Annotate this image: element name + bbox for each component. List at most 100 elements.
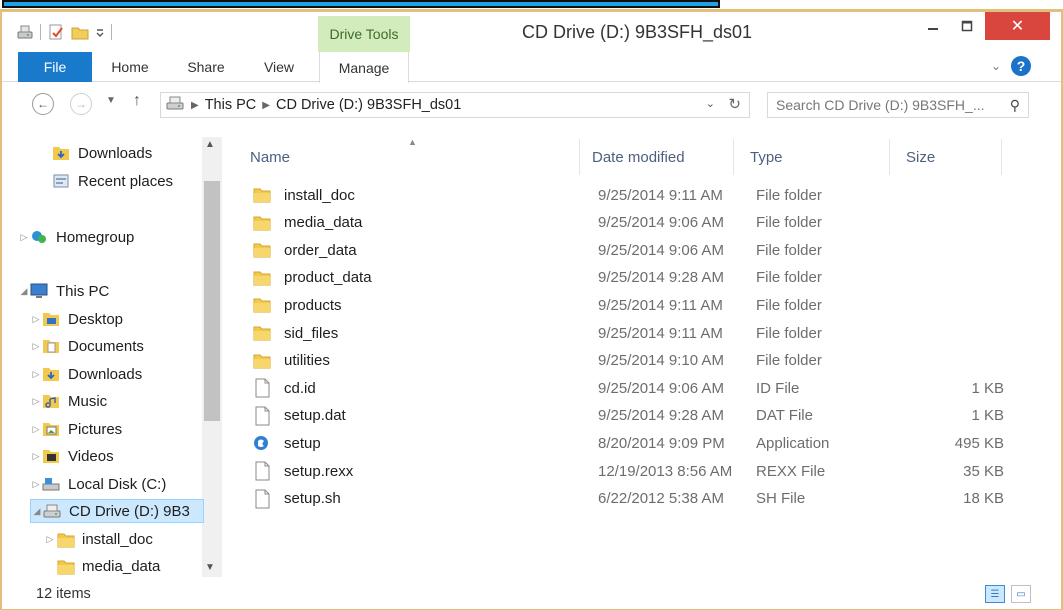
tab-home[interactable]: Home	[94, 52, 166, 82]
collapse-icon[interactable]: ◢	[31, 506, 43, 517]
nav-item[interactable]: ▷ Documents	[30, 334, 144, 358]
nav-item[interactable]: ▷ Desktop	[30, 307, 124, 331]
details-view-button[interactable]: ☰	[985, 585, 1005, 603]
large-icons-view-icon: ▭	[1016, 588, 1026, 600]
scroll-up-icon[interactable]: ▲	[205, 139, 215, 150]
nav-item[interactable]: ▷ Pictures	[30, 417, 123, 441]
nav-item-label: Local Disk (C:)	[68, 475, 167, 493]
up-arrow-icon[interactable]: ↑	[133, 92, 141, 110]
forward-button[interactable]: →	[70, 93, 92, 115]
expand-icon[interactable]: ▷	[30, 396, 42, 407]
expand-icon[interactable]: ▷	[44, 534, 56, 545]
file-type: File folder	[756, 352, 822, 370]
file-size: 18 KB	[963, 490, 1004, 508]
tab-file[interactable]: File	[18, 52, 92, 82]
file-row[interactable]: sid_files 9/25/2014 9:11 AM File folder	[246, 320, 1012, 346]
tab-share[interactable]: Share	[170, 52, 242, 82]
pictures-folder-icon	[42, 420, 60, 438]
minimize-button[interactable]	[916, 12, 950, 40]
file-row[interactable]: install_doc 9/25/2014 9:11 AM File folder	[246, 182, 1012, 208]
nav-item[interactable]: ▷ install_doc	[44, 527, 153, 551]
nav-item-label: Documents	[68, 337, 144, 355]
scroll-thumb[interactable]	[204, 181, 220, 421]
nav-item[interactable]: ◢ CD Drive (D:) 9B3	[30, 499, 204, 523]
file-date: 9/25/2014 9:28 AM	[598, 407, 724, 425]
expand-icon[interactable]: ▷	[30, 479, 42, 490]
nav-item[interactable]: Recent places	[40, 169, 173, 193]
column-header-name[interactable]: Name	[234, 139, 580, 175]
new-folder-icon[interactable]	[71, 23, 89, 41]
cd-drive-icon	[165, 94, 185, 116]
file-row[interactable]: setup 8/20/2014 9:09 PM Application 495 KB	[246, 430, 1012, 456]
file-row[interactable]: setup.dat 9/25/2014 9:28 AM DAT File 1 KB	[246, 403, 1012, 429]
file-row[interactable]: order_data 9/25/2014 9:06 AM File folder	[246, 237, 1012, 263]
nav-item[interactable]: ▷ Downloads	[30, 362, 143, 386]
back-button[interactable]: ←	[32, 93, 54, 115]
properties-icon[interactable]	[47, 23, 65, 41]
customize-toolbar-icon[interactable]	[95, 23, 105, 41]
refresh-icon[interactable]: ↻	[728, 95, 741, 113]
expand-icon[interactable]: ▷	[30, 314, 42, 325]
file-row[interactable]: products 9/25/2014 9:11 AM File folder	[246, 292, 1012, 318]
file-row[interactable]: utilities 9/25/2014 9:10 AM File folder	[246, 348, 1012, 374]
file-type: File folder	[756, 241, 822, 259]
column-header-date-modified[interactable]: Date modified	[576, 139, 734, 175]
expand-icon[interactable]: ▷	[30, 369, 42, 380]
downloads-folder-icon	[52, 144, 70, 162]
close-icon: ✕	[1010, 18, 1025, 35]
tab-view[interactable]: View	[246, 52, 312, 82]
breadcrumb-separator-icon[interactable]: ▶	[191, 100, 199, 111]
folder-icon	[252, 213, 272, 233]
address-dropdown-icon[interactable]: ⌄	[706, 97, 715, 110]
file-size: 1 KB	[971, 407, 1004, 425]
file-row[interactable]: product_data 9/25/2014 9:28 AM File folder	[246, 265, 1012, 291]
nav-item[interactable]: media_data	[44, 554, 160, 578]
file-name: sid_files	[284, 324, 339, 342]
expand-ribbon-icon[interactable]: ⌄	[991, 59, 1001, 73]
toolbar-separator	[40, 24, 41, 40]
file-type: File folder	[756, 186, 822, 204]
address-bar[interactable]: ▶ This PC ▶ CD Drive (D:) 9B3SFH_ds01 ⌄ …	[160, 92, 750, 118]
folder-icon	[252, 323, 272, 343]
maximize-button[interactable]	[950, 12, 984, 40]
file-row[interactable]: media_data 9/25/2014 9:06 AM File folder	[246, 210, 1012, 236]
scroll-down-icon[interactable]: ▼	[205, 562, 215, 573]
search-icon[interactable]: ⚲	[1010, 97, 1020, 114]
nav-item[interactable]: ▷ Homegroup	[18, 225, 135, 249]
breadcrumb-cd-drive[interactable]: CD Drive (D:) 9B3SFH_ds01	[276, 97, 461, 113]
breadcrumb-separator-icon[interactable]: ▶	[262, 100, 270, 111]
folder-icon	[56, 557, 75, 575]
close-button[interactable]: ✕	[985, 12, 1050, 40]
expand-icon[interactable]: ▷	[30, 341, 42, 352]
drive-icon[interactable]	[16, 23, 34, 41]
expand-icon[interactable]: ▷	[18, 232, 30, 243]
file-row[interactable]: setup.sh 6/22/2012 5:38 AM SH File 18 KB	[246, 486, 1012, 512]
nav-item[interactable]: ▷ Local Disk (C:)	[30, 472, 167, 496]
collapse-icon[interactable]: ◢	[18, 286, 30, 297]
recent-places-icon	[52, 172, 70, 190]
column-header-size[interactable]: Size	[890, 139, 1002, 175]
column-header-type[interactable]: Type	[734, 139, 890, 175]
file-row[interactable]: cd.id 9/25/2014 9:06 AM ID File 1 KB	[246, 375, 1012, 401]
nav-item[interactable]: ▷ Music	[30, 389, 108, 413]
file-date: 9/25/2014 9:11 AM	[598, 186, 723, 204]
folder-icon	[56, 530, 75, 548]
background-window-edge	[2, 0, 720, 8]
expand-icon[interactable]: ▷	[30, 451, 42, 462]
nav-item[interactable]: Downloads	[40, 141, 152, 165]
nav-item[interactable]: ◢ This PC	[18, 279, 110, 303]
file-row[interactable]: setup.rexx 12/19/2013 8:56 AM REXX File 35 …	[246, 458, 1012, 484]
expand-icon[interactable]: ▷	[30, 424, 42, 435]
breadcrumb-this-pc[interactable]: This PC	[205, 97, 257, 113]
nav-item-label: media_data	[82, 557, 161, 575]
file-date: 9/25/2014 9:11 AM	[598, 324, 723, 342]
nav-scrollbar[interactable]: ▲ ▼	[202, 137, 222, 577]
large-icons-view-button[interactable]: ▭	[1011, 585, 1031, 603]
file-type: File folder	[756, 214, 822, 232]
tab-manage[interactable]: Manage	[319, 52, 409, 83]
search-box[interactable]: Search CD Drive (D:) 9B3SFH_... ⚲	[767, 92, 1029, 118]
help-icon[interactable]: ?	[1011, 56, 1031, 76]
maximize-icon	[961, 20, 973, 32]
nav-item[interactable]: ▷ Videos	[30, 444, 114, 468]
recent-locations-dropdown-icon[interactable]: ▼	[106, 95, 116, 106]
